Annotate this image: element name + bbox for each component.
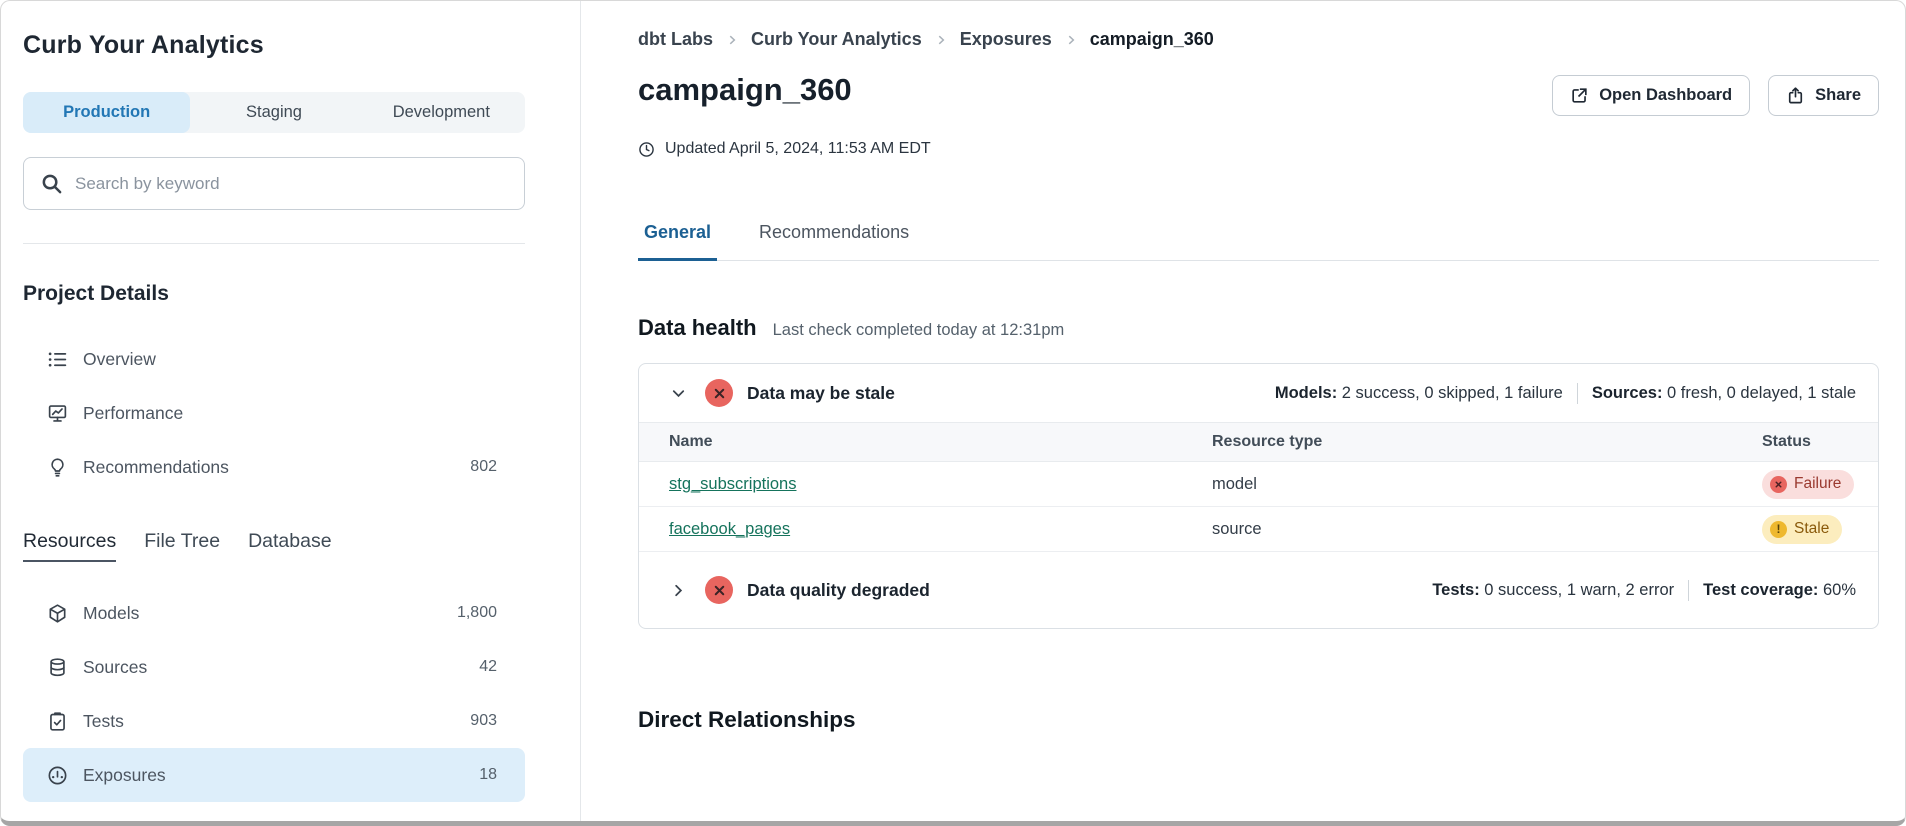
sidebar-item-sources[interactable]: Sources 42 (23, 640, 525, 694)
error-status-icon (705, 576, 733, 604)
sidebar-item-tests[interactable]: Tests 903 (23, 694, 525, 748)
performance-icon (47, 403, 68, 424)
lightbulb-icon (47, 457, 68, 478)
cube-icon (47, 603, 68, 624)
resource-link-stg-subscriptions[interactable]: stg_subscriptions (669, 475, 796, 493)
item-count: 802 (470, 458, 497, 476)
updated-timestamp: Updated April 5, 2024, 11:53 AM EDT (638, 140, 1879, 158)
item-count: 42 (479, 658, 497, 676)
resource-view-tabs: Resources File Tree Database (23, 530, 525, 562)
environment-tabs: Production Staging Development (23, 92, 525, 133)
open-dashboard-label: Open Dashboard (1599, 86, 1732, 105)
dbt-explorer-window: Curb Your Analytics Production Staging D… (0, 0, 1906, 826)
column-header-status: Status (1762, 433, 1878, 451)
share-icon (1786, 86, 1805, 105)
sidebar-item-label: Recommendations (83, 457, 229, 478)
tab-recommendations[interactable]: Recommendations (753, 222, 915, 261)
stats-divider (1577, 383, 1578, 404)
breadcrumb-item-current: campaign_360 (1090, 29, 1214, 50)
table-row: facebook_pages source ! Stale (639, 507, 1878, 552)
sidebar-item-models[interactable]: Models 1,800 (23, 586, 525, 640)
breadcrumb-item-exposures[interactable]: Exposures (960, 29, 1052, 50)
sidebar-item-label: Overview (83, 349, 156, 370)
data-health-title: Data health (638, 315, 757, 341)
env-tab-staging[interactable]: Staging (190, 92, 357, 133)
sidebar-item-label: Sources (83, 657, 147, 678)
env-tab-production[interactable]: Production (23, 92, 190, 133)
stats-divider (1688, 580, 1689, 601)
breadcrumb-item-project[interactable]: Curb Your Analytics (751, 29, 922, 50)
project-name: Curb Your Analytics (23, 31, 525, 60)
item-count: 903 (470, 712, 497, 730)
data-health-card: Data may be stale Models: 2 success, 0 s… (638, 363, 1879, 629)
exposure-detail-panel: dbt Labs Curb Your Analytics Exposures c… (581, 1, 1905, 821)
sidebar-item-label: Models (83, 603, 139, 624)
item-count: 1,800 (457, 604, 497, 622)
table-header-row: Name Resource type Status (639, 422, 1878, 462)
search-input[interactable] (75, 174, 508, 194)
column-header-name: Name (639, 433, 1212, 451)
table-row: stg_subscriptions model Failure (639, 462, 1878, 507)
resource-type-cell: source (1212, 520, 1762, 539)
chevron-right-icon (934, 33, 948, 47)
clock-icon (638, 141, 655, 158)
last-check-text: Last check completed today at 12:31pm (773, 321, 1065, 340)
stale-resources-table: Name Resource type Status stg_subscripti… (639, 422, 1878, 552)
chevron-right-icon (725, 33, 739, 47)
project-details-nav: Overview Performance Recommendations 802 (23, 332, 525, 494)
tab-general[interactable]: General (638, 222, 717, 261)
sidebar-item-recommendations[interactable]: Recommendations 802 (23, 440, 525, 494)
resource-link-facebook-pages[interactable]: facebook_pages (669, 520, 790, 538)
sidebar-search[interactable] (23, 157, 525, 210)
search-icon (40, 172, 63, 195)
gauge-icon (47, 765, 68, 786)
column-header-resource-type: Resource type (1212, 433, 1762, 451)
sidebar-item-label: Tests (83, 711, 124, 732)
quality-section-header: Data quality degraded Tests: 0 success, … (639, 552, 1878, 628)
tab-file-tree[interactable]: File Tree (144, 530, 220, 560)
chevron-right-icon[interactable] (669, 581, 688, 600)
error-status-icon (705, 379, 733, 407)
chevron-down-icon[interactable] (669, 384, 688, 403)
quality-section-stats: Tests: 0 success, 1 warn, 2 error Test c… (1432, 580, 1856, 601)
share-button[interactable]: Share (1768, 75, 1879, 116)
direct-relationships-heading: Direct Relationships (638, 707, 1879, 733)
env-tab-development[interactable]: Development (358, 92, 525, 133)
resource-type-cell: model (1212, 475, 1762, 494)
warning-dot-icon: ! (1770, 521, 1787, 538)
breadcrumb-item-account[interactable]: dbt Labs (638, 29, 713, 50)
stale-section-stats: Models: 2 success, 0 skipped, 1 failure … (1275, 383, 1856, 404)
sidebar-item-performance[interactable]: Performance (23, 386, 525, 440)
tab-resources[interactable]: Resources (23, 530, 116, 562)
item-count: 18 (479, 766, 497, 784)
open-dashboard-button[interactable]: Open Dashboard (1552, 75, 1750, 116)
stale-section-title: Data may be stale (747, 383, 895, 404)
clipboard-check-icon (47, 711, 68, 732)
error-dot-icon (1770, 476, 1787, 493)
resources-nav: Models 1,800 Sources 42 Tests (23, 586, 525, 802)
header-actions: Open Dashboard Share (1552, 75, 1879, 116)
tab-database[interactable]: Database (248, 530, 331, 560)
external-link-icon (1570, 86, 1589, 105)
project-details-heading: Project Details (23, 282, 525, 306)
sidebar-divider (23, 243, 525, 244)
list-icon (47, 349, 68, 370)
detail-tabs: General Recommendations (638, 222, 1879, 261)
sidebar-item-overview[interactable]: Overview (23, 332, 525, 386)
sidebar-item-label: Exposures (83, 765, 166, 786)
database-icon (47, 657, 68, 678)
breadcrumb: dbt Labs Curb Your Analytics Exposures c… (638, 29, 1879, 50)
sidebar-item-label: Performance (83, 403, 183, 424)
project-sidebar: Curb Your Analytics Production Staging D… (1, 1, 581, 821)
status-badge-stale: ! Stale (1762, 515, 1842, 544)
share-label: Share (1815, 86, 1861, 105)
status-badge-failure: Failure (1762, 470, 1854, 499)
data-health-header: Data health Last check completed today a… (638, 315, 1879, 341)
page-title: campaign_360 (638, 72, 852, 108)
chevron-right-icon (1064, 33, 1078, 47)
stale-section-header: Data may be stale Models: 2 success, 0 s… (639, 364, 1878, 422)
sidebar-item-exposures[interactable]: Exposures 18 (23, 748, 525, 802)
quality-section-title: Data quality degraded (747, 580, 930, 601)
